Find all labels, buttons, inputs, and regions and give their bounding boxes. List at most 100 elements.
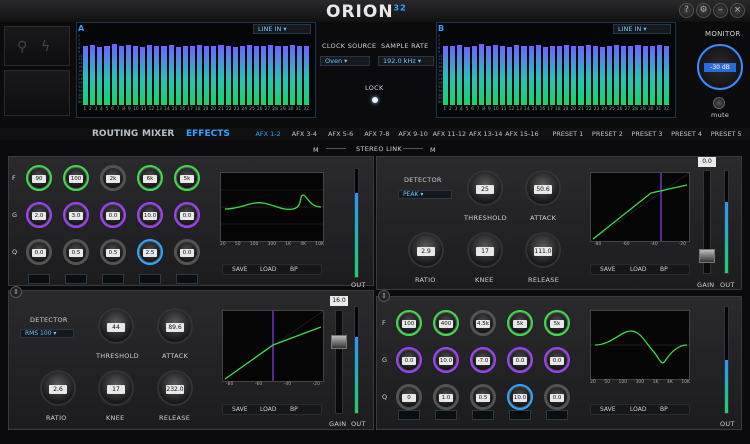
comp-right-ratio-knob[interactable]: 2.9: [408, 232, 444, 268]
comp-right-bp-button[interactable]: BP: [660, 265, 668, 274]
clock-source-select[interactable]: Oven ▾: [320, 56, 370, 66]
eq_right-freq-knob-band-3[interactable]: 4.5k: [470, 310, 496, 336]
eq_right-gain-knob-band-2[interactable]: 10.0: [433, 347, 459, 373]
eq_left-q-knob-band-2[interactable]: 0.5: [63, 239, 89, 265]
minimize-button[interactable]: –: [713, 3, 728, 18]
tab-mixer[interactable]: MIXER: [142, 128, 174, 140]
eq_right-band-type-icon[interactable]: [546, 410, 568, 420]
swap-arrows-icon[interactable]: ⇕: [378, 290, 390, 302]
eq_left-band-type-icon[interactable]: [176, 274, 198, 284]
tab-afx-8[interactable]: AFX 15-16: [504, 128, 540, 140]
eq_right-band-type-icon[interactable]: [398, 410, 420, 420]
eq_left-band-type-icon[interactable]: [65, 274, 87, 284]
eq_right-q-knob-band-2[interactable]: 1.0: [433, 384, 459, 410]
comp-right-gain-fader-handle[interactable]: [699, 249, 715, 263]
comp-left-threshold-knob[interactable]: 44: [98, 308, 134, 344]
comp-right-knee-knob[interactable]: 17: [467, 232, 503, 268]
eq_right-q-knob-band-4[interactable]: 10.0: [507, 384, 533, 410]
eq_right-band-type-icon[interactable]: [472, 410, 494, 420]
sample-rate-select[interactable]: 192.0 kHz ▾: [378, 56, 434, 66]
comp-left-gain-fader-handle[interactable]: [331, 335, 347, 349]
settings-gear-icon[interactable]: ⚙: [696, 3, 711, 18]
comp-right-attack-knob[interactable]: 50.6: [525, 170, 561, 206]
eq-right-load-button[interactable]: LOAD: [630, 405, 646, 414]
eq_right-freq-knob-band-2[interactable]: 400: [433, 310, 459, 336]
eq_right-q-knob-band-5[interactable]: 0.0: [544, 384, 570, 410]
eq_right-gain-knob-band-5[interactable]: 0.0: [544, 347, 570, 373]
eq-left-bp-button[interactable]: BP: [290, 265, 298, 274]
comp-left-ratio-knob[interactable]: 2.6: [40, 370, 76, 406]
comp-right-gain-fader[interactable]: [699, 170, 715, 274]
comp-left-load-button[interactable]: LOAD: [260, 405, 276, 414]
eq_right-gain-knob-band-1[interactable]: 0.0: [396, 347, 422, 373]
eq-left-save-button[interactable]: SAVE: [232, 265, 248, 274]
eq-right-bp-button[interactable]: BP: [660, 405, 668, 414]
eq_right-gain-knob-band-3[interactable]: -7.0: [470, 347, 496, 373]
comp-left-save-button[interactable]: SAVE: [232, 405, 248, 414]
monitor-volume-knob[interactable]: -30 dB: [697, 44, 743, 90]
tab-afx-4[interactable]: AFX 7-8: [359, 128, 395, 140]
eq_right-freq-knob-band-5[interactable]: 5k: [544, 310, 570, 336]
preset-button-2[interactable]: PRESET 2: [588, 128, 628, 140]
comp-right-save-button[interactable]: SAVE: [600, 265, 616, 274]
stereo-link-button[interactable]: STEREO LINK: [356, 145, 402, 153]
close-button[interactable]: ×: [730, 3, 745, 18]
stereo-link-m-left[interactable]: M: [313, 146, 319, 154]
eq_left-band-type-icon[interactable]: [102, 274, 124, 284]
usb-connection-panel[interactable]: ⚲ ϟ: [4, 26, 70, 66]
meter-b-source-select[interactable]: LINE IN ▾: [613, 24, 671, 34]
eq_right-freq-knob-band-1[interactable]: 100: [396, 310, 422, 336]
comp-left-attack-knob[interactable]: 89.6: [157, 308, 193, 344]
eq_left-q-knob-band-1[interactable]: 0.0: [26, 239, 52, 265]
eq_left-q-knob-band-4[interactable]: 2.5: [137, 239, 163, 265]
eq_left-gain-knob-band-2[interactable]: 3.0: [63, 202, 89, 228]
eq_left-freq-knob-band-1[interactable]: 90: [26, 165, 52, 191]
eq-right-save-button[interactable]: SAVE: [600, 405, 616, 414]
mute-button[interactable]: [713, 97, 725, 109]
comp-left-gain-fader[interactable]: [331, 310, 347, 414]
eq_right-gain-knob-band-4[interactable]: 0.0: [507, 347, 533, 373]
eq_left-freq-knob-band-2[interactable]: 100: [63, 165, 89, 191]
eq_right-band-type-icon[interactable]: [435, 410, 457, 420]
eq_left-band-type-icon[interactable]: [139, 274, 161, 284]
eq_left-freq-knob-band-3[interactable]: 2k: [100, 165, 126, 191]
tab-afx-2[interactable]: AFX 3-4: [286, 128, 322, 140]
meter-a-source-select[interactable]: LINE IN ▾: [253, 24, 311, 34]
swap-arrows-icon[interactable]: ⇕: [10, 286, 22, 298]
eq_right-freq-knob-band-4[interactable]: 5k: [507, 310, 533, 336]
eq_left-q-knob-band-5[interactable]: 0.0: [174, 239, 200, 265]
preset-button-1[interactable]: PRESET 1: [548, 128, 588, 140]
tab-effects[interactable]: EFFECTS: [186, 128, 230, 140]
eq_left-freq-knob-band-5[interactable]: 5k: [174, 165, 200, 191]
comp-left-detector-select[interactable]: RMS 100 ▾: [20, 329, 74, 338]
stereo-link-m-right[interactable]: M: [430, 146, 436, 154]
eq_left-gain-knob-band-5[interactable]: 0.0: [174, 202, 200, 228]
comp-left-bp-button[interactable]: BP: [290, 405, 298, 414]
tab-routing[interactable]: ROUTING: [92, 128, 138, 140]
eq_right-q-knob-band-1[interactable]: 0: [396, 384, 422, 410]
tab-afx-1[interactable]: AFX 1-2: [250, 128, 286, 140]
tab-afx-5[interactable]: AFX 9-10: [395, 128, 431, 140]
eq_left-gain-knob-band-4[interactable]: 10.0: [137, 202, 163, 228]
preset-button-4[interactable]: PRESET 4: [667, 128, 707, 140]
preset-button-5[interactable]: PRESET 5: [706, 128, 746, 140]
eq_left-freq-knob-band-4[interactable]: 6k: [137, 165, 163, 191]
comp-right-detector-select[interactable]: PEAK ▾: [398, 190, 452, 199]
comp-right-load-button[interactable]: LOAD: [630, 265, 646, 274]
preset-button-3[interactable]: PRESET 3: [627, 128, 667, 140]
tab-afx-7[interactable]: AFX 13-14: [468, 128, 504, 140]
eq_left-gain-knob-band-1[interactable]: 2.0: [26, 202, 52, 228]
eq-left-load-button[interactable]: LOAD: [260, 265, 276, 274]
tab-afx-6[interactable]: AFX 11-12: [431, 128, 467, 140]
help-button[interactable]: ?: [679, 3, 694, 18]
comp-right-release-knob[interactable]: 111.0: [525, 232, 561, 268]
comp-left-release-knob[interactable]: 232.0: [157, 370, 193, 406]
comp-left-knee-knob[interactable]: 17: [98, 370, 134, 406]
comp-right-threshold-knob[interactable]: 25: [467, 170, 503, 206]
eq_left-gain-knob-band-3[interactable]: 0.0: [100, 202, 126, 228]
eq_right-q-knob-band-3[interactable]: 0.5: [470, 384, 496, 410]
eq_left-band-type-icon[interactable]: [28, 274, 50, 284]
eq_left-q-knob-band-3[interactable]: 0.5: [100, 239, 126, 265]
tab-afx-3[interactable]: AFX 5-6: [323, 128, 359, 140]
eq_right-band-type-icon[interactable]: [509, 410, 531, 420]
